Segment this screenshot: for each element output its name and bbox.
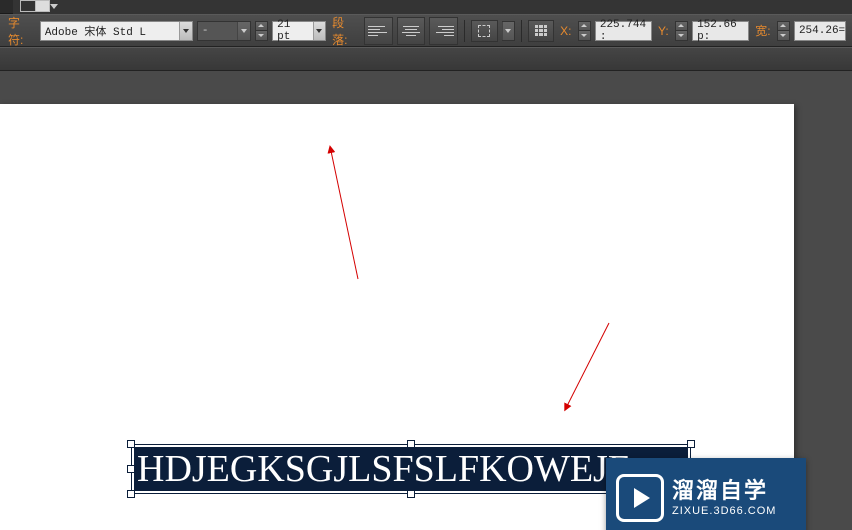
- width-value-input[interactable]: 254.26=: [794, 21, 846, 41]
- align-center-button[interactable]: [397, 17, 426, 45]
- text-options-toolbar: 字符: Adobe 宋体 Std L - 21 pt 段落: X: 225.74…: [0, 14, 852, 47]
- document-canvas[interactable]: HDJEGKSGJLSFSLFKOWEJF 溜溜自学 ZIXUE.3D66.CO…: [0, 71, 852, 530]
- frame-options-button[interactable]: [471, 20, 498, 42]
- watermark-badge: 溜溜自学 ZIXUE.3D66.COM: [606, 458, 806, 530]
- resize-handle-tr[interactable]: [687, 440, 695, 448]
- resize-handle-ml[interactable]: [127, 465, 135, 473]
- separator: [521, 20, 522, 42]
- resize-handle-tl[interactable]: [127, 440, 135, 448]
- watermark-brand: 溜溜自学: [672, 478, 768, 504]
- y-spinner[interactable]: [675, 21, 688, 41]
- frame-options-dropdown[interactable]: [502, 21, 515, 41]
- play-icon: [616, 474, 664, 522]
- font-size-spinner[interactable]: [255, 21, 268, 41]
- font-style-combo[interactable]: -: [197, 21, 251, 41]
- y-value-input[interactable]: 152.66 p:: [692, 21, 749, 41]
- layout-panel-dropdown-icon[interactable]: [50, 4, 58, 9]
- resize-handle-bm[interactable]: [407, 490, 415, 498]
- x-label: X:: [558, 24, 573, 38]
- secondary-toolbar: [0, 47, 852, 71]
- layout-panel-icon[interactable]: [20, 0, 50, 12]
- anchor-grid-button[interactable]: [528, 20, 555, 42]
- paragraph-label: 段落:: [330, 14, 360, 48]
- separator: [464, 20, 465, 42]
- character-label: 字符:: [6, 14, 36, 48]
- align-right-button[interactable]: [429, 17, 458, 45]
- chevron-down-icon: [237, 22, 250, 40]
- x-value-input[interactable]: 225.744 :: [595, 21, 652, 41]
- chevron-down-icon: [179, 22, 192, 40]
- font-size-combo[interactable]: 21 pt: [272, 21, 326, 41]
- font-family-combo[interactable]: Adobe 宋体 Std L: [40, 21, 193, 41]
- width-spinner[interactable]: [777, 21, 790, 41]
- chevron-down-icon: [313, 22, 325, 40]
- font-style-value: -: [198, 25, 213, 37]
- align-left-button[interactable]: [364, 17, 393, 45]
- watermark-url: ZIXUE.3D66.COM: [672, 505, 776, 518]
- width-label: 宽:: [753, 22, 772, 39]
- x-spinner[interactable]: [578, 21, 591, 41]
- corner-block: [0, 0, 13, 14]
- chevron-down-icon: [502, 22, 514, 40]
- window-top-strip: [0, 0, 852, 14]
- resize-handle-bl[interactable]: [127, 490, 135, 498]
- font-size-value: 21 pt: [273, 19, 312, 43]
- watermark-text: 溜溜自学 ZIXUE.3D66.COM: [672, 478, 776, 518]
- y-label: Y:: [656, 24, 671, 38]
- resize-handle-tm[interactable]: [407, 440, 415, 448]
- font-family-value: Adobe 宋体 Std L: [41, 23, 150, 39]
